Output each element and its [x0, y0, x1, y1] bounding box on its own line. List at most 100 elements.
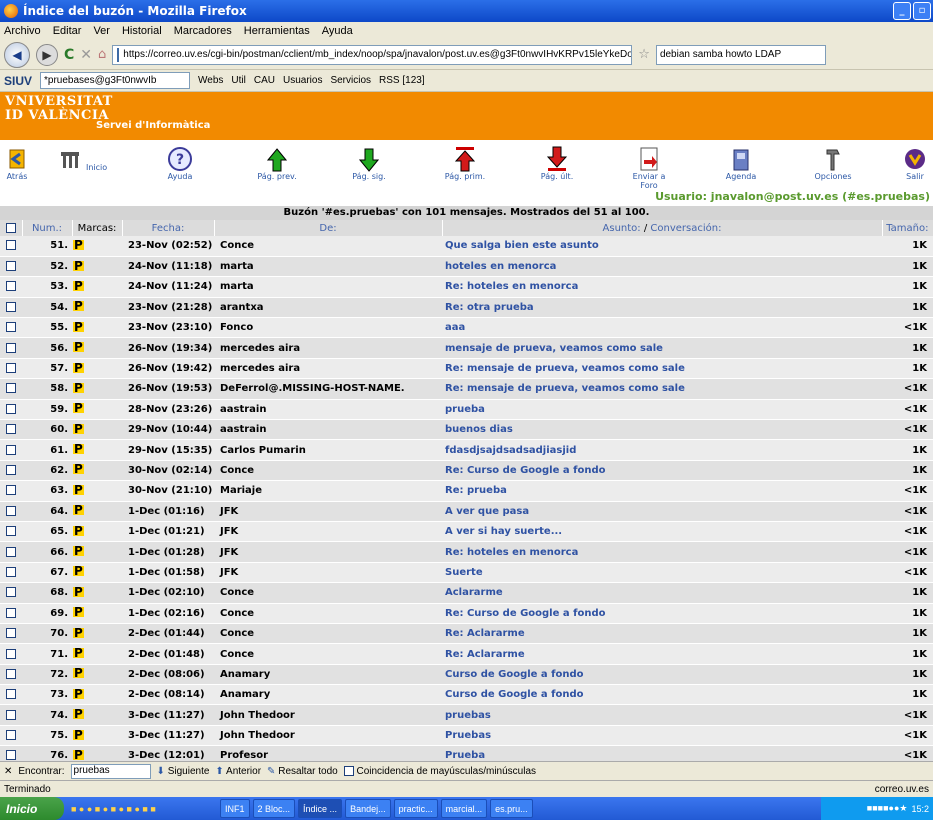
- row-checkbox[interactable]: [0, 521, 22, 543]
- siuv-search-input[interactable]: *pruebases@g3Ft0nwvIb: [40, 72, 191, 89]
- row-checkbox[interactable]: [0, 439, 22, 461]
- home-icon[interactable]: ⌂: [98, 47, 106, 62]
- row-checkbox[interactable]: [0, 460, 22, 482]
- table-row[interactable]: 56. P 26-Nov (19:34) mercedes aira mensaje d…: [0, 337, 933, 359]
- message-subject-link[interactable]: buenos dias: [442, 419, 882, 441]
- search-engine-box[interactable]: debian samba howto LDAP: [655, 44, 826, 65]
- message-subject-link[interactable]: hoteles en menorca: [442, 256, 882, 278]
- row-checkbox[interactable]: [0, 297, 22, 319]
- toolbar-last-page-button[interactable]: Pág. últ.: [532, 142, 582, 181]
- table-row[interactable]: 64. P 1-Dec (01:16) JFK A ver que pasa <1K: [0, 501, 933, 522]
- table-row[interactable]: 52. P 24-Nov (11:18) marta hoteles en menorc…: [0, 256, 933, 278]
- table-row[interactable]: 53. P 24-Nov (11:24) marta Re: hoteles en me…: [0, 276, 933, 298]
- table-row[interactable]: 69. P 1-Dec (02:16) Conce Re: Curso de Googl…: [0, 603, 933, 624]
- find-next-button[interactable]: ⬇ Siguiente: [157, 766, 210, 777]
- message-subject-link[interactable]: Re: hoteles en menorca: [442, 276, 882, 298]
- menu-ver[interactable]: Ver: [93, 25, 110, 37]
- row-checkbox[interactable]: [0, 725, 22, 747]
- row-checkbox[interactable]: [0, 317, 22, 339]
- row-checkbox[interactable]: [0, 378, 22, 400]
- row-checkbox[interactable]: [0, 236, 22, 257]
- row-checkbox[interactable]: [0, 501, 22, 522]
- stop-icon[interactable]: ✕: [80, 47, 92, 63]
- message-subject-link[interactable]: Re: Aclararme: [442, 623, 882, 645]
- toolbar-prev-page-button[interactable]: Pág. prev.: [252, 142, 302, 181]
- toolbar-help-button[interactable]: ? Ayuda: [160, 142, 200, 181]
- row-checkbox[interactable]: [0, 643, 22, 665]
- table-row[interactable]: 67. P 1-Dec (01:58) JFK Suerte <1K: [0, 562, 933, 584]
- menu-historial[interactable]: Historial: [122, 25, 162, 37]
- message-subject-link[interactable]: Re: prueba: [442, 480, 882, 502]
- message-subject-link[interactable]: mensaje de prueva, veamos como sale: [442, 337, 882, 359]
- start-button[interactable]: Inicio: [0, 797, 64, 820]
- table-row[interactable]: 66. P 1-Dec (01:28) JFK Re: hoteles en menor…: [0, 541, 933, 563]
- message-subject-link[interactable]: A ver que pasa: [442, 501, 882, 522]
- toolbar-forward-forum-button[interactable]: Enviar a Foro: [624, 142, 674, 190]
- toolbar-home-button[interactable]: Inicio: [58, 142, 108, 172]
- message-subject-link[interactable]: Re: Curso de Google a fondo: [442, 603, 882, 624]
- toolbar-next-page-button[interactable]: Pág. sig.: [344, 142, 394, 181]
- message-subject-link[interactable]: Re: Aclararme: [442, 643, 882, 665]
- row-checkbox[interactable]: [0, 704, 22, 726]
- col-num[interactable]: Num.:: [22, 220, 73, 236]
- table-row[interactable]: 68. P 1-Dec (02:10) Conce Aclararme 1K: [0, 582, 933, 604]
- table-row[interactable]: 73. P 2-Dec (08:14) Anamary Curso de Google …: [0, 684, 933, 706]
- table-row[interactable]: 74. P 3-Dec (11:27) John Thedoor pruebas <1K: [0, 704, 933, 726]
- siuv-item-rss[interactable]: RSS [123]: [379, 75, 425, 86]
- row-checkbox[interactable]: [0, 419, 22, 441]
- highlight-all-button[interactable]: ✎ Resaltar todo: [267, 766, 338, 777]
- col-asunto-link[interactable]: Asunto:: [603, 223, 641, 234]
- table-row[interactable]: 71. P 2-Dec (01:48) Conce Re: Aclararme 1K: [0, 643, 933, 665]
- message-subject-link[interactable]: Que salga bien este asunto: [442, 236, 882, 257]
- select-all-checkbox[interactable]: [0, 220, 23, 236]
- task-indice[interactable]: Índice ...: [298, 799, 343, 818]
- table-row[interactable]: 65. P 1-Dec (01:21) JFK A ver si hay suerte.…: [0, 521, 933, 543]
- bookmark-star-icon[interactable]: ☆: [638, 47, 650, 62]
- message-subject-link[interactable]: aaa: [442, 317, 882, 339]
- table-row[interactable]: 61. P 29-Nov (15:35) Carlos Pumarin fdasdjsa…: [0, 439, 933, 461]
- table-row[interactable]: 55. P 23-Nov (23:10) Fonco aaa <1K: [0, 317, 933, 339]
- message-subject-link[interactable]: Curso de Google a fondo: [442, 664, 882, 686]
- table-row[interactable]: 51. P 23-Nov (02:52) Conce Que salga bien es…: [0, 236, 933, 257]
- row-checkbox[interactable]: [0, 276, 22, 298]
- message-subject-link[interactable]: A ver si hay suerte...: [442, 521, 882, 543]
- siuv-item-servicios[interactable]: Servicios: [330, 75, 371, 86]
- row-checkbox[interactable]: [0, 337, 22, 359]
- menu-ayuda[interactable]: Ayuda: [322, 25, 353, 37]
- toolbar-back-button[interactable]: Atrás: [2, 142, 32, 181]
- table-row[interactable]: 60. P 29-Nov (10:44) aastrain buenos dias <1K: [0, 419, 933, 441]
- siuv-logo[interactable]: SIUV: [4, 74, 32, 88]
- col-tamano[interactable]: Tamaño:: [882, 220, 933, 236]
- task-es-pru[interactable]: es.pru...: [490, 799, 533, 818]
- reload-icon[interactable]: C: [64, 47, 74, 63]
- siuv-item-cau[interactable]: CAU: [254, 75, 275, 86]
- row-checkbox[interactable]: [0, 541, 22, 563]
- task-marcial[interactable]: marcial...: [440, 799, 488, 818]
- task-bloc[interactable]: 2 Bloc...: [252, 799, 296, 818]
- message-subject-link[interactable]: Pruebas: [442, 725, 882, 747]
- message-subject-link[interactable]: pruebas: [442, 704, 882, 726]
- siuv-item-usuarios[interactable]: Usuarios: [283, 75, 322, 86]
- minimize-button[interactable]: _: [893, 2, 911, 20]
- message-subject-link[interactable]: Re: mensaje de prueva, veamos como sale: [442, 358, 882, 380]
- message-subject-link[interactable]: Re: otra prueba: [442, 297, 882, 319]
- col-conversacion-link[interactable]: Conversación:: [650, 223, 721, 234]
- message-subject-link[interactable]: Curso de Google a fondo: [442, 684, 882, 706]
- table-row[interactable]: 72. P 2-Dec (08:06) Anamary Curso de Google …: [0, 664, 933, 686]
- tray-icons[interactable]: ■■■■●●★: [867, 803, 908, 814]
- find-prev-button[interactable]: ⬆ Anterior: [215, 766, 261, 777]
- find-input[interactable]: pruebas: [70, 763, 151, 779]
- table-row[interactable]: 54. P 23-Nov (21:28) arantxa Re: otra prueba…: [0, 297, 933, 319]
- browser-back-button[interactable]: ◀: [4, 41, 30, 68]
- message-subject-link[interactable]: fdasdjsajdsadsadjiasjid: [442, 439, 882, 461]
- site-identity-icon[interactable]: [117, 47, 120, 62]
- row-checkbox[interactable]: [0, 358, 22, 380]
- row-checkbox[interactable]: [0, 603, 22, 624]
- message-subject-link[interactable]: Re: mensaje de prueva, veamos como sale: [442, 378, 882, 400]
- siuv-item-webs[interactable]: Webs: [198, 75, 223, 86]
- row-checkbox[interactable]: [0, 684, 22, 706]
- table-row[interactable]: 63. P 30-Nov (21:10) Mariaje Re: prueba <1K: [0, 480, 933, 502]
- col-de[interactable]: De:: [214, 220, 443, 236]
- row-checkbox[interactable]: [0, 480, 22, 502]
- close-find-icon[interactable]: ✕: [4, 766, 12, 777]
